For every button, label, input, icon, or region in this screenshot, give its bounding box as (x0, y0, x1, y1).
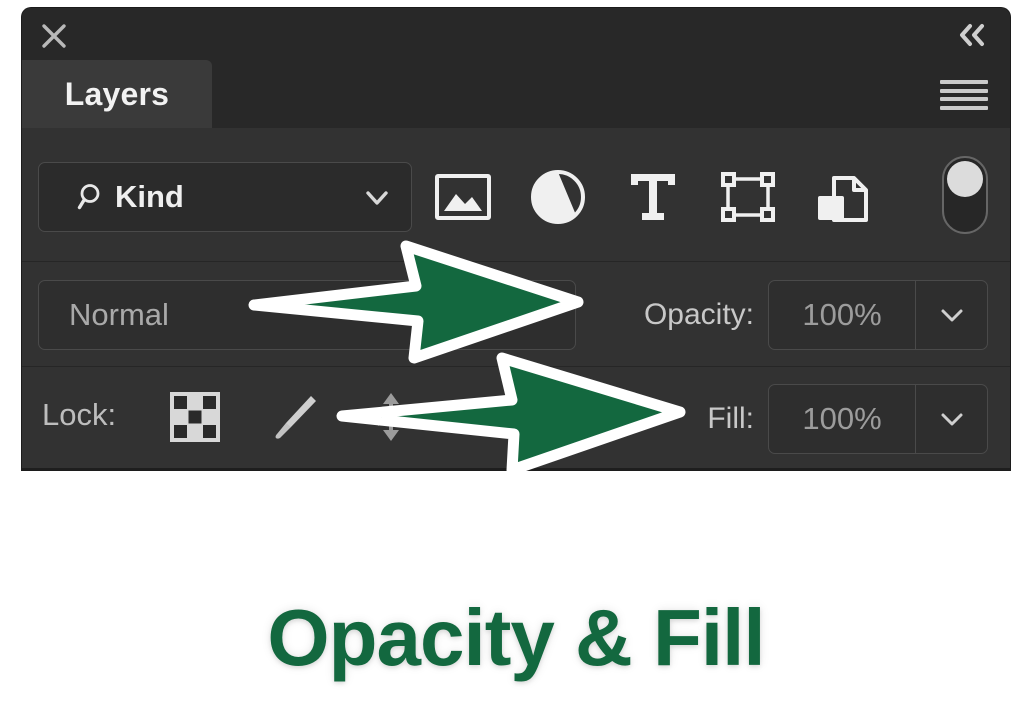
layers-panel: Layers Kind Normal Opacity: 100% Lock: F… (22, 8, 1010, 470)
collapse-panel-icon[interactable] (954, 20, 990, 50)
lock-label: Lock: (42, 397, 117, 432)
lock-icons (167, 389, 419, 445)
pixel-layer-filter-icon[interactable] (432, 166, 494, 228)
opacity-field[interactable]: 100% (768, 280, 988, 350)
lock-fill-row: Lock: Fill: 100% (22, 366, 1010, 470)
blend-mode-select[interactable]: Normal (38, 280, 576, 350)
toggle-knob (947, 161, 983, 197)
panel-header (22, 8, 1010, 60)
blend-mode-value: Normal (69, 297, 169, 332)
fill-group: Fill: 100% (707, 384, 988, 454)
tab-layers-label: Layers (64, 75, 170, 112)
fill-field[interactable]: 100% (768, 384, 988, 454)
caption-text: Opacity & Fill (264, 590, 769, 686)
screenshot-root: Layers Kind Normal Opacity: 100% Lock: F… (0, 0, 1032, 713)
lock-image-pixels-icon[interactable] (265, 389, 321, 445)
filter-kind-label: Kind (115, 179, 184, 214)
layer-filter-row: Kind (22, 128, 1010, 261)
fill-chevron-down-icon[interactable] (915, 385, 987, 453)
filter-kind-select[interactable]: Kind (38, 162, 412, 232)
filter-enable-toggle[interactable] (942, 156, 988, 234)
fill-label: Fill: (707, 402, 754, 435)
shape-layer-filter-icon[interactable] (717, 166, 779, 228)
type-layer-filter-icon[interactable] (622, 166, 684, 228)
opacity-value[interactable]: 100% (769, 281, 915, 349)
filter-type-icons (432, 162, 992, 232)
menu-line (940, 80, 988, 84)
lock-transparent-pixels-icon[interactable] (167, 389, 223, 445)
panel-menu-icon[interactable] (940, 78, 988, 112)
opacity-group: Opacity: 100% (644, 280, 988, 350)
menu-line (940, 88, 988, 93)
blend-opacity-row: Normal Opacity: 100% (22, 261, 1010, 366)
tab-layers[interactable]: Layers (22, 60, 212, 128)
adjustment-layer-filter-icon[interactable] (527, 166, 589, 228)
opacity-label: Opacity: (643, 298, 754, 331)
lock-position-icon[interactable] (363, 389, 419, 445)
close-icon[interactable] (40, 22, 68, 50)
search-icon (77, 182, 107, 212)
opacity-chevron-down-icon[interactable] (915, 281, 987, 349)
menu-line (940, 105, 988, 110)
fill-value[interactable]: 100% (769, 385, 915, 453)
smart-object-filter-icon[interactable] (812, 166, 874, 228)
panel-tabbar: Layers (22, 60, 1010, 128)
chevron-down-icon[interactable] (363, 185, 391, 211)
menu-line (940, 97, 988, 102)
